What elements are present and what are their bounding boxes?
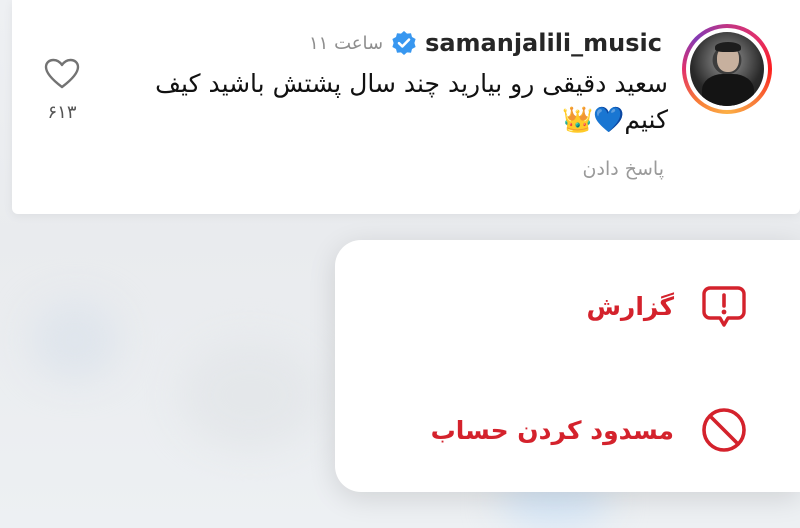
comment-time: ۱۱ ساعت — [309, 32, 384, 54]
like-count: ۶۱۳ — [47, 102, 77, 123]
verified-badge-icon — [392, 31, 416, 55]
report-label: گزارش — [586, 291, 674, 321]
comment-header: ۱۱ ساعت samanjalili_music — [309, 28, 662, 58]
report-icon — [702, 286, 746, 327]
avatar-hair — [715, 42, 741, 52]
background-blur — [30, 300, 120, 380]
reply-button[interactable]: پاسخ دادن — [583, 158, 664, 180]
like-column: ۶۱۳ — [40, 58, 84, 123]
block-icon — [702, 408, 746, 452]
report-button[interactable]: گزارش — [586, 276, 750, 336]
comment-text: سعید دقیقی رو بیارید چند سال پشتش باشید … — [155, 69, 668, 134]
username-link[interactable]: samanjalili_music — [425, 29, 662, 57]
heart-icon[interactable] — [44, 58, 80, 90]
block-account-button[interactable]: مسدود کردن حساب — [431, 400, 750, 460]
avatar-photo — [690, 32, 764, 106]
avatar[interactable] — [672, 24, 776, 116]
block-label: مسدود کردن حساب — [430, 415, 674, 445]
background-blur — [180, 340, 320, 450]
avatar-body — [702, 74, 754, 106]
